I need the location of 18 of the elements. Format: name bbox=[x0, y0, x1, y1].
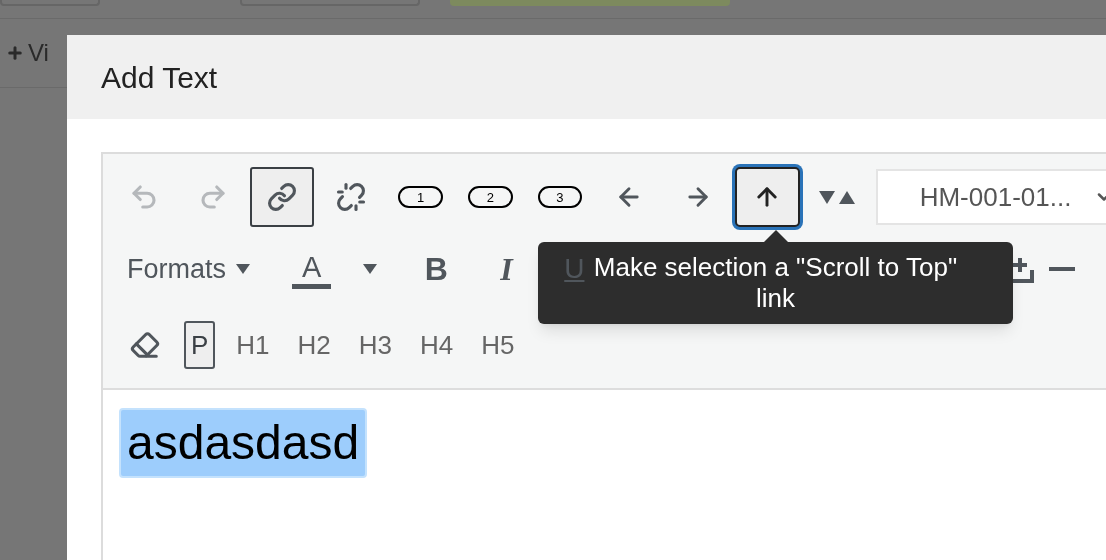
dialog-title: Add Text bbox=[101, 59, 218, 96]
block-format-button[interactable]: H2 bbox=[290, 321, 338, 369]
block-format-button[interactable]: H3 bbox=[351, 321, 400, 369]
numbered-pill-button[interactable]: 2 bbox=[467, 186, 513, 208]
block-format-button[interactable]: H5 bbox=[474, 321, 522, 369]
add-button-label: Vi bbox=[28, 38, 49, 68]
block-format-button[interactable]: H4 bbox=[413, 321, 461, 369]
formats-dropdown[interactable]: Formats bbox=[117, 244, 260, 294]
block-format-button[interactable]: H1 bbox=[229, 321, 277, 369]
numbered-pill-button[interactable]: 3 bbox=[537, 186, 583, 208]
block-format-button[interactable]: P bbox=[184, 321, 216, 369]
numbered-pill-button[interactable]: 1 bbox=[398, 186, 443, 208]
tooltip-text: Make selection a "Scroll to Top" link bbox=[592, 252, 959, 314]
dropdown-select[interactable]: HM-001-01... bbox=[875, 169, 1106, 225]
bold-button[interactable]: B bbox=[411, 244, 462, 294]
italic-button[interactable]: I bbox=[481, 244, 532, 294]
text-color-button[interactable]: A bbox=[282, 244, 388, 294]
editor-text: asdasdasd bbox=[119, 408, 368, 478]
